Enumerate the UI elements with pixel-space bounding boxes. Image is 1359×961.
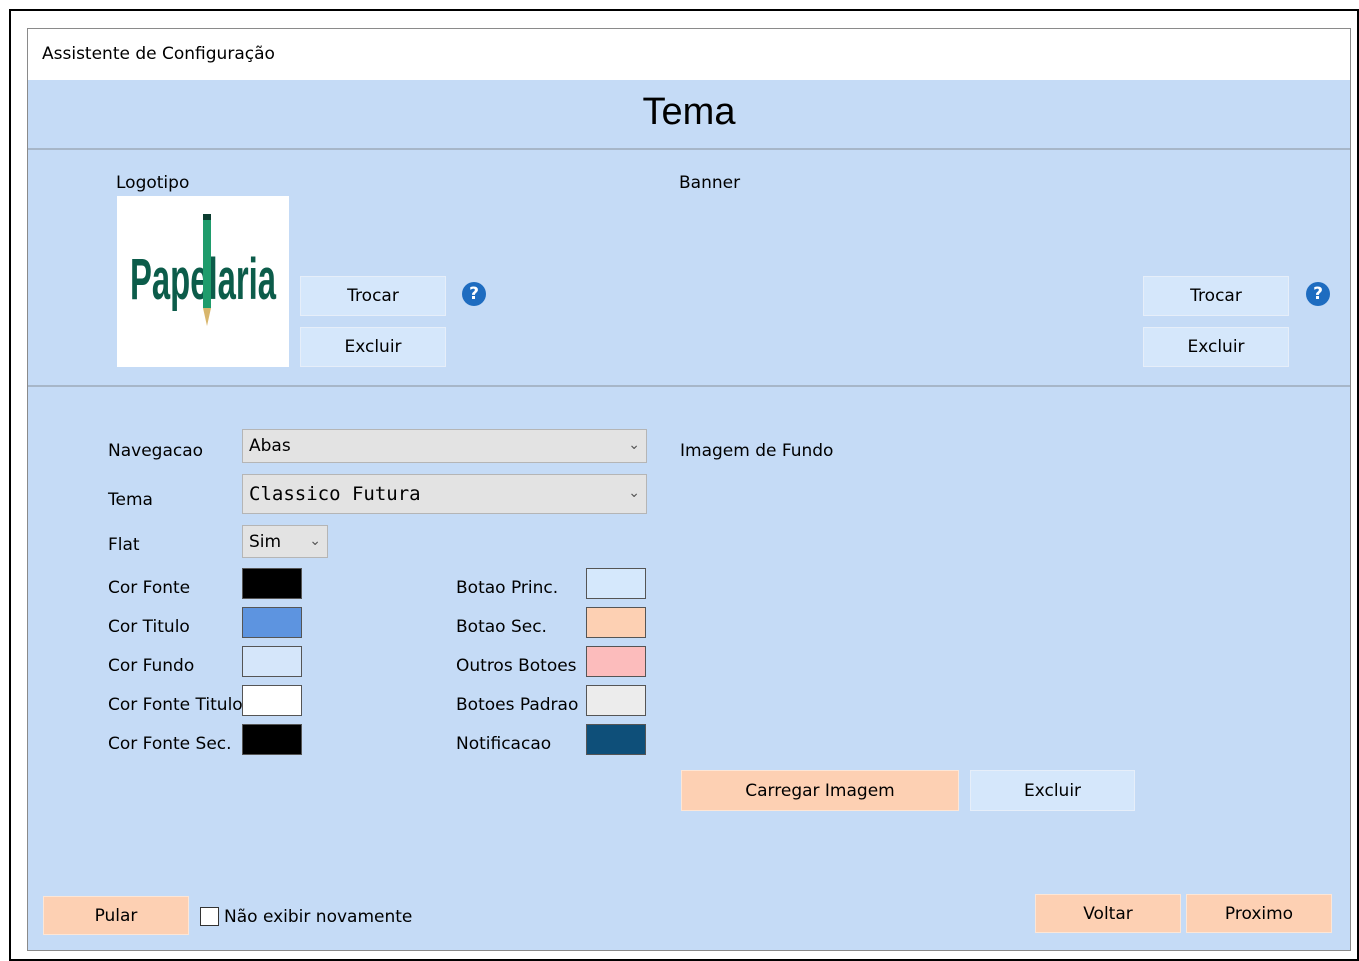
pencil-body-icon — [203, 216, 211, 308]
color-label-fonte-sec: Cor Fonte Sec. — [108, 734, 232, 754]
logo-help-icon[interactable]: ? — [462, 282, 486, 306]
logo-delete-button[interactable]: Excluir — [300, 327, 446, 367]
background-delete-button[interactable]: Excluir — [970, 770, 1135, 811]
window-title: Assistente de Configuração — [42, 44, 275, 64]
color-swatch-notificacao[interactable] — [586, 724, 646, 755]
logo-image: Papelaria — [117, 196, 289, 367]
banner-help-icon[interactable]: ? — [1306, 282, 1330, 306]
banner-label: Banner — [679, 173, 741, 193]
skip-button[interactable]: Pular — [43, 896, 189, 935]
tema-value: Classico Futura — [249, 483, 421, 505]
color-label-outros-botoes: Outros Botoes — [456, 656, 577, 676]
setup-wizard-window: Assistente de Configuração Tema Logotipo… — [27, 28, 1351, 951]
color-swatch-botoes-padrao[interactable] — [586, 685, 646, 716]
color-label-botoes-padrao: Botoes Padrao — [456, 695, 579, 715]
title-bar: Assistente de Configuração — [28, 29, 1350, 80]
color-swatch-fonte-titulo[interactable] — [242, 685, 302, 716]
section-divider — [28, 385, 1350, 387]
flat-value: Sim — [249, 532, 282, 552]
chevron-down-icon: ⌄ — [628, 485, 640, 501]
load-image-button[interactable]: Carregar Imagem — [681, 770, 959, 811]
pencil-tip-icon — [203, 308, 211, 326]
color-swatch-titulo[interactable] — [242, 607, 302, 638]
dont-show-again-checkbox[interactable] — [200, 907, 219, 926]
tema-select[interactable]: Classico Futura ⌄ — [242, 474, 647, 514]
flat-select[interactable]: Sim ⌄ — [242, 525, 328, 558]
color-label-fonte-titulo: Cor Fonte Titulo — [108, 695, 243, 715]
color-swatch-botao-sec[interactable] — [586, 607, 646, 638]
navegacao-select[interactable]: Abas ⌄ — [242, 429, 647, 463]
tema-label: Tema — [108, 490, 153, 510]
color-label-notificacao: Notificacao — [456, 734, 552, 754]
logo-change-button[interactable]: Trocar — [300, 276, 446, 316]
color-swatch-outros-botoes[interactable] — [586, 646, 646, 677]
color-label-fundo: Cor Fundo — [108, 656, 195, 676]
navegacao-label: Navegacao — [108, 441, 204, 461]
next-button[interactable]: Proximo — [1186, 894, 1332, 933]
chevron-down-icon: ⌄ — [309, 533, 321, 549]
color-label-botao-sec: Botao Sec. — [456, 617, 547, 637]
page-title: Tema — [642, 91, 736, 133]
banner-delete-button[interactable]: Excluir — [1143, 327, 1289, 367]
flat-label: Flat — [108, 535, 140, 555]
color-label-fonte: Cor Fonte — [108, 578, 191, 598]
chevron-down-icon: ⌄ — [628, 437, 640, 453]
color-swatch-fonte[interactable] — [242, 568, 302, 599]
navegacao-value: Abas — [249, 436, 291, 456]
color-label-botao-princ: Botao Princ. — [456, 578, 559, 598]
background-image-label: Imagem de Fundo — [680, 441, 834, 461]
papelaria-logo: Papelaria — [130, 214, 276, 326]
color-swatch-fonte-sec[interactable] — [242, 724, 302, 755]
color-swatch-botao-princ[interactable] — [586, 568, 646, 599]
color-swatch-fundo[interactable] — [242, 646, 302, 677]
dont-show-again-label: Não exibir novamente — [224, 907, 413, 927]
banner-change-button[interactable]: Trocar — [1143, 276, 1289, 316]
color-label-titulo: Cor Titulo — [108, 617, 190, 637]
logo-label: Logotipo — [116, 173, 190, 193]
header-divider — [28, 148, 1350, 150]
back-button[interactable]: Voltar — [1035, 894, 1181, 933]
